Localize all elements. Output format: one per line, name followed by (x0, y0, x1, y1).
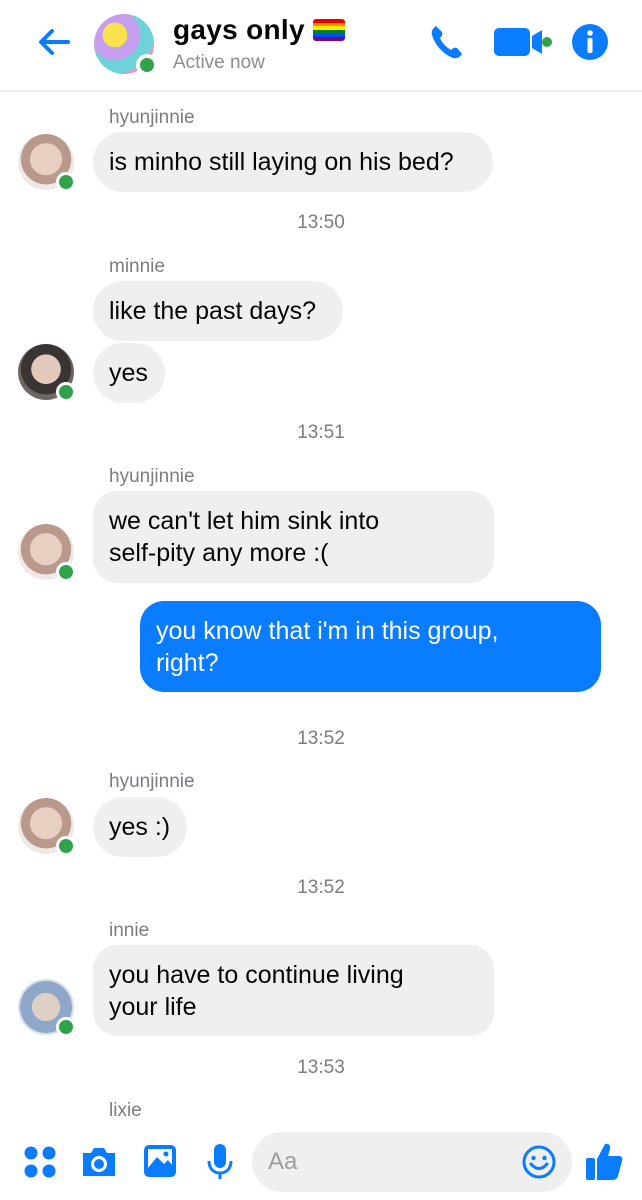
sender-name: innie (109, 920, 150, 941)
message-bubble[interactable]: we can't let him sink into self-pity any… (93, 491, 494, 583)
gallery-icon[interactable] (142, 1143, 178, 1179)
group-avatar[interactable] (94, 14, 158, 76)
message-input[interactable]: Aa (252, 1132, 572, 1192)
avatar[interactable] (18, 344, 76, 402)
timestamp: 13:53 (297, 1057, 345, 1078)
sender-name: hyunjinnie (109, 466, 195, 487)
conversation-title[interactable]: gays only (173, 14, 345, 46)
camera-icon[interactable] (79, 1144, 119, 1180)
thumbs-up-icon[interactable] (584, 1140, 624, 1182)
online-indicator (56, 1017, 76, 1037)
sender-name: minnie (109, 256, 165, 277)
message-line: right? (156, 649, 219, 677)
timestamp: 13:51 (297, 422, 345, 443)
info-icon[interactable] (570, 22, 610, 62)
message-bubble[interactable]: you have to continue living your life (93, 945, 494, 1036)
avatar[interactable] (18, 134, 76, 192)
conversation-title-text: gays only (173, 14, 305, 45)
message-bubble[interactable]: yes :) (93, 797, 187, 857)
online-indicator (56, 836, 76, 856)
emoji-icon[interactable] (521, 1144, 557, 1180)
my-message-bubble[interactable]: you know that i'm in this group, right? (140, 601, 601, 692)
online-indicator (56, 382, 76, 402)
mic-icon[interactable] (204, 1142, 236, 1182)
timestamp: 13:50 (297, 212, 345, 233)
message-line: you know that i'm in this group, (156, 617, 499, 645)
timestamp: 13:52 (297, 877, 345, 898)
timestamp: 13:52 (297, 728, 345, 749)
online-indicator (136, 54, 158, 76)
rainbow-flag-icon (312, 19, 345, 41)
sender-name: hyunjinnie (109, 771, 195, 792)
message-line: you have to continue living (109, 961, 404, 989)
conversation-header: gays only Active now (0, 0, 642, 92)
phone-icon[interactable] (428, 22, 466, 62)
sender-name: hyunjinnie (109, 107, 195, 128)
active-status: Active now (173, 52, 265, 73)
message-line: self-pity any more :( (109, 539, 329, 567)
sender-name: lixie (109, 1100, 142, 1121)
message-bubble[interactable]: like the past days? (93, 281, 343, 341)
video-icon[interactable] (492, 22, 554, 62)
message-line: we can't let him sink into (109, 507, 380, 535)
online-indicator (56, 172, 76, 192)
apps-icon[interactable] (22, 1144, 58, 1180)
message-line: your life (109, 993, 197, 1021)
message-bubble[interactable]: is minho still laying on his bed? (93, 132, 493, 192)
avatar[interactable] (18, 798, 76, 856)
message-bubble[interactable]: yes (93, 343, 165, 403)
back-arrow-icon[interactable] (34, 22, 74, 62)
message-input-placeholder: Aa (268, 1148, 298, 1175)
online-indicator (56, 562, 76, 582)
avatar[interactable] (18, 979, 76, 1037)
avatar[interactable] (18, 524, 76, 582)
composer-bar: Aa (0, 1128, 642, 1200)
